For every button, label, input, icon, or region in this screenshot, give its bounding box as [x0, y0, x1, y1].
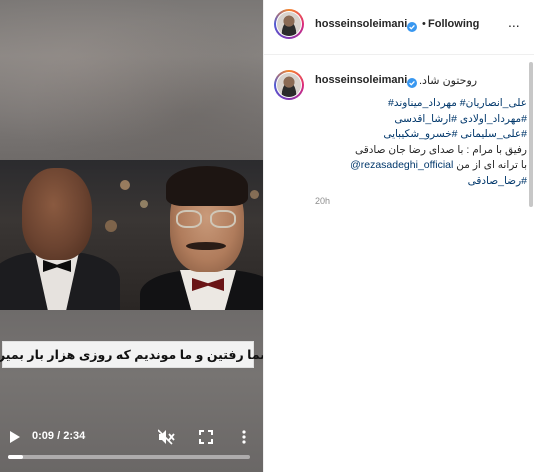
header-separator: • [422, 18, 426, 30]
video-time: 0:09 / 2:34 [32, 430, 86, 442]
verified-badge-icon [407, 19, 417, 32]
video-player[interactable]: شما رفتین و ما موندیم که روزی هزار بار ب… [0, 0, 263, 472]
video-progress-bar[interactable] [8, 455, 250, 459]
caption-avatar[interactable] [274, 70, 304, 100]
mention-link[interactable]: @rezasadeghi_official [350, 159, 453, 171]
header-username[interactable]: hosseinsoleimani [315, 18, 407, 30]
caption-scrollbar[interactable] [529, 62, 533, 207]
caption-username[interactable]: hosseinsoleimani [315, 74, 407, 86]
caption-line: رفیق با مرام : با صدای رضا جان صادقی [354, 143, 527, 156]
post-header: hosseinsoleimani • Following ... [264, 0, 534, 55]
play-icon[interactable] [9, 430, 21, 444]
glasses [176, 210, 238, 228]
verified-badge-icon [407, 75, 417, 88]
caption-text: علی_انصاریان# مهرداد_میناوند# #مهرداد_او… [315, 96, 527, 189]
caption-line-mention: با ترانه ای از من @rezasadeghi_official [315, 158, 527, 174]
time-total: 2:34 [63, 430, 86, 442]
fullscreen-icon[interactable] [198, 429, 214, 445]
more-options-icon[interactable]: ... [508, 14, 520, 30]
time-current: 0:09 [32, 430, 55, 442]
muted-speaker-icon[interactable] [157, 429, 176, 445]
video-progress-fill [8, 455, 23, 459]
person-left-face [22, 168, 92, 260]
hashtag-line[interactable]: #مهرداد_اولادی #ارشا_اقدسی [315, 112, 527, 128]
avatar[interactable] [274, 9, 304, 39]
following-button[interactable]: Following [428, 18, 479, 30]
post-timestamp[interactable]: 20h [315, 196, 330, 206]
caption-first-line: روحتون شاد. [419, 75, 478, 87]
more-vertical-icon[interactable] [238, 429, 250, 445]
hashtag-line[interactable]: #رضا_صادقی [315, 174, 527, 190]
instagram-post-modal: شما رفتین و ما موندیم که روزی هزار بار ب… [0, 0, 534, 472]
hashtag-line[interactable]: علی_انصاریان# مهرداد_میناوند# [315, 96, 527, 112]
post-side-panel: hosseinsoleimani • Following ... hossein… [263, 0, 534, 472]
video-subtitle: شما رفتین و ما موندیم که روزی هزار بار ب… [0, 341, 263, 368]
hashtag-line[interactable]: #علی_سلیمانی #خسرو_شکیبایی [315, 127, 527, 143]
video-blurred-top [0, 0, 263, 160]
video-frame-scene [0, 160, 263, 310]
mustache [186, 242, 226, 250]
caption-line-text: با ترانه ای از من [456, 159, 527, 171]
video-controls: 0:09 / 2:34 [0, 420, 263, 472]
